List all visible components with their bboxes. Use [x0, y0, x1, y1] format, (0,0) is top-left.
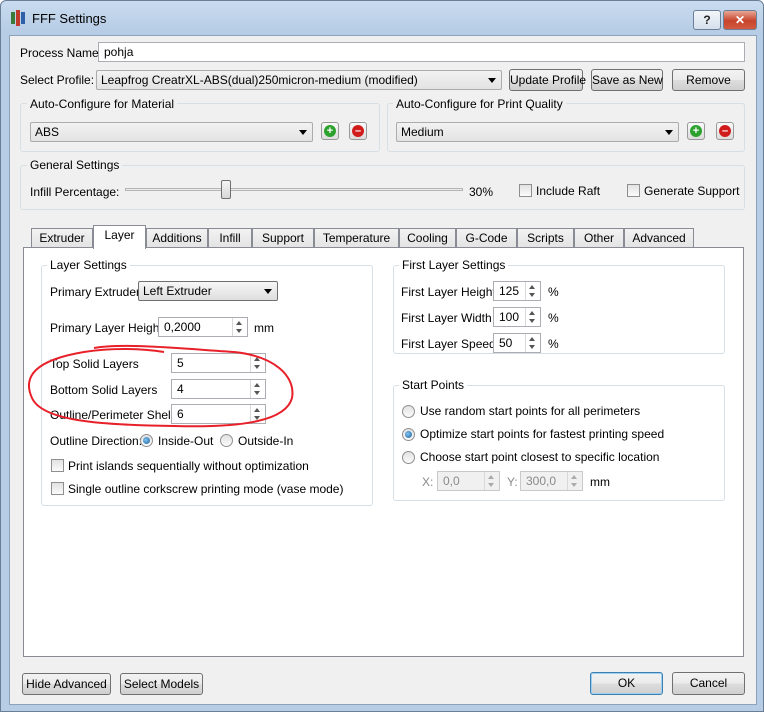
first-layer-width-value: 100 [499, 310, 520, 324]
tab-additions[interactable]: Additions [146, 228, 208, 248]
coordinate-unit: mm [590, 475, 610, 489]
first-layer-speed-value: 50 [499, 336, 513, 350]
first-layer-speed-spinbox[interactable]: 50 [493, 333, 541, 353]
first-layer-speed-unit: % [548, 337, 559, 351]
add-material-button[interactable]: + [321, 122, 339, 140]
spin-arrows-icon[interactable] [484, 472, 499, 490]
infill-slider-track[interactable] [125, 188, 463, 191]
auto-material-title: Auto-Configure for Material [27, 97, 178, 111]
spin-arrows-icon[interactable] [525, 334, 540, 352]
generate-support-checkbox[interactable] [627, 184, 640, 197]
first-layer-height-value: 125 [499, 284, 520, 298]
tab-extruder[interactable]: Extruder [31, 228, 93, 248]
chevron-down-icon [488, 78, 496, 83]
ok-button[interactable]: OK [590, 672, 663, 695]
y-coordinate-value: 300,0 [526, 474, 557, 488]
first-layer-width-label: First Layer Width [401, 311, 492, 325]
update-profile-button[interactable]: Update Profile [509, 69, 586, 91]
layer-tab-panel: Layer Settings Primary Extruder Left Ext… [23, 247, 744, 657]
hide-advanced-button[interactable]: Hide Advanced [22, 673, 111, 695]
spin-arrows-icon[interactable] [525, 308, 540, 326]
include-raft-checkbox[interactable] [519, 184, 532, 197]
select-profile-label: Select Profile: [20, 73, 95, 87]
spin-arrows-icon[interactable] [567, 472, 582, 490]
select-models-button[interactable]: Select Models [120, 673, 203, 695]
x-coordinate-value: 0,0 [443, 474, 460, 488]
quality-select-value: Medium [401, 125, 444, 139]
random-start-radio[interactable] [402, 405, 415, 418]
infill-slider-thumb[interactable] [221, 180, 231, 199]
tab-g-code[interactable]: G-Code [456, 228, 517, 248]
print-islands-label: Print islands sequentially without optim… [68, 459, 309, 473]
first-layer-title: First Layer Settings [399, 258, 509, 272]
y-coordinate-label: Y: [507, 475, 518, 489]
tab-other[interactable]: Other [574, 228, 624, 248]
plus-icon: + [690, 125, 702, 137]
spin-arrows-icon[interactable] [525, 282, 540, 300]
window-title: FFF Settings [32, 11, 107, 26]
closest-start-radio[interactable] [402, 451, 415, 464]
infill-value: 30% [469, 185, 494, 199]
chevron-down-icon [665, 130, 673, 135]
start-points-title: Start Points [399, 378, 468, 392]
infill-label: Infill Percentage: [30, 185, 120, 199]
first-layer-height-label: First Layer Height [401, 285, 496, 299]
corkscrew-label: Single outline corkscrew printing mode (… [68, 482, 344, 496]
first-layer-height-spinbox[interactable]: 125 [493, 281, 541, 301]
minus-icon: – [352, 125, 364, 137]
corkscrew-checkbox[interactable] [51, 482, 64, 495]
x-coordinate-label: X: [422, 475, 434, 489]
settings-window: FFF Settings ? ✕ Process Name: pohja Sel… [0, 0, 764, 712]
x-coordinate-spinbox[interactable]: 0,0 [437, 471, 500, 491]
app-icon [11, 10, 25, 26]
process-name-input[interactable]: pohja [98, 42, 745, 62]
tab-support[interactable]: Support [252, 228, 314, 248]
remove-quality-button[interactable]: – [716, 122, 734, 140]
tab-cooling[interactable]: Cooling [399, 228, 456, 248]
first-layer-width-unit: % [548, 311, 559, 325]
y-coordinate-spinbox[interactable]: 300,0 [520, 471, 583, 491]
title-bar[interactable]: FFF Settings ? ✕ [1, 1, 763, 35]
tab-temperature[interactable]: Temperature [314, 228, 399, 248]
first-layer-height-unit: % [548, 285, 559, 299]
first-layer-speed-label: First Layer Speed [401, 337, 496, 351]
material-select[interactable]: ABS [30, 122, 313, 142]
tab-advanced[interactable]: Advanced [624, 228, 694, 248]
quality-select[interactable]: Medium [396, 122, 679, 142]
remove-profile-button[interactable]: Remove [672, 69, 745, 91]
save-as-new-button[interactable]: Save as New [591, 69, 663, 91]
plus-icon: + [324, 125, 336, 137]
minus-icon: – [719, 125, 731, 137]
optimize-start-radio[interactable] [402, 428, 415, 441]
first-layer-width-spinbox[interactable]: 100 [493, 307, 541, 327]
tab-scripts[interactable]: Scripts [517, 228, 574, 248]
material-select-value: ABS [35, 125, 60, 139]
print-islands-checkbox[interactable] [51, 459, 64, 472]
closest-start-label: Choose start point closest to specific l… [420, 450, 660, 464]
tab-layer[interactable]: Layer [93, 225, 146, 249]
general-settings-title: General Settings [27, 158, 123, 172]
tab-infill[interactable]: Infill [208, 228, 252, 248]
process-name-label: Process Name: [20, 46, 103, 60]
optimize-start-label: Optimize start points for fastest printi… [420, 427, 665, 441]
remove-material-button[interactable]: – [349, 122, 367, 140]
close-button[interactable]: ✕ [723, 10, 757, 30]
generate-support-label: Generate Support [644, 184, 740, 198]
chevron-down-icon [299, 130, 307, 135]
add-quality-button[interactable]: + [687, 122, 705, 140]
auto-quality-title: Auto-Configure for Print Quality [393, 97, 566, 111]
help-button[interactable]: ? [693, 10, 721, 30]
annotation-ellipse [27, 344, 294, 428]
profile-select-value: Leapfrog CreatrXL-ABS(dual)250micron-med… [101, 73, 418, 87]
profile-select[interactable]: Leapfrog CreatrXL-ABS(dual)250micron-med… [96, 70, 502, 90]
include-raft-label: Include Raft [536, 184, 601, 198]
cancel-button[interactable]: Cancel [672, 672, 745, 695]
random-start-label: Use random start points for all perimete… [420, 404, 641, 418]
